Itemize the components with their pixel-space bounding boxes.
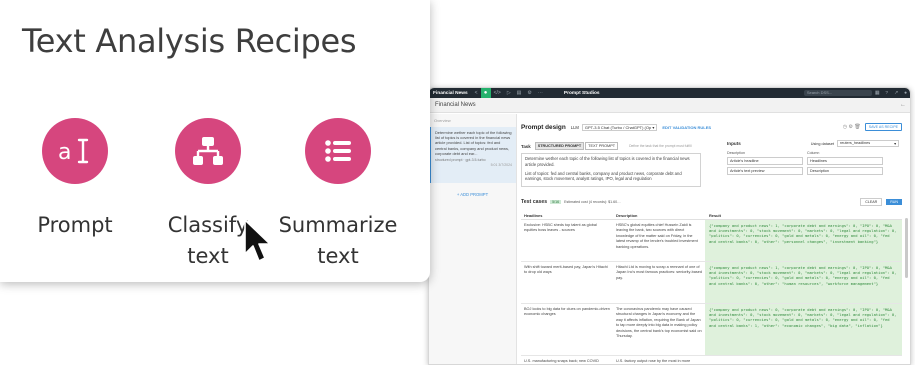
more-icon[interactable]: ⋯ <box>538 90 543 96</box>
table-row[interactable]: U.S. manufacturing snaps back; new COVID… <box>521 356 902 364</box>
vertical-scrollbar[interactable] <box>905 218 908 278</box>
task-paragraph-1: Determine wether each topic of the follo… <box>525 156 690 167</box>
llm-label: LLM <box>570 124 579 130</box>
recipe-prompt-label: Prompt <box>37 213 113 237</box>
table-header: Headlines Description Result <box>521 212 902 220</box>
mouse-pointer-icon <box>244 219 271 262</box>
dataset-select[interactable]: reuters_headlines ▾ <box>837 140 899 147</box>
test-cases-table: Headlines Description Result Exclusive: … <box>521 212 902 364</box>
sidebar-caption: Overview <box>434 118 451 123</box>
recipe-summarize-label: Summarize text <box>278 213 398 268</box>
task-label: Task <box>521 143 531 149</box>
flow-icon[interactable]: ● <box>480 88 491 98</box>
avatar[interactable]: ● <box>904 91 907 96</box>
clear-button[interactable]: CLEAR <box>860 198 883 206</box>
help-icon[interactable]: ? <box>885 91 888 96</box>
prompt-studio-window: Financial News < ● </> ▷ ▤ ⚙ ⋯ Prompt St… <box>428 87 911 365</box>
prompt-design-title: Prompt design <box>521 123 566 131</box>
toolbar-icons[interactable]: ◷ ⚙ 🗑 <box>843 124 861 130</box>
code-icon[interactable]: </> <box>494 90 501 96</box>
result-cell: {"company and product news": 0, "corpora… <box>705 304 902 355</box>
task-hint: Define the task that the prompt must ful… <box>629 144 692 148</box>
save-as-recipe-button[interactable]: SAVE AS RECIPE <box>864 123 902 131</box>
result-cell: {"company and product news": 1, "corpora… <box>705 220 902 261</box>
share-icon[interactable]: < <box>475 90 478 96</box>
description-cell: HSBC's global equities chief Hussein Zai… <box>616 223 698 249</box>
hierarchy-icon[interactable] <box>175 118 241 184</box>
prompt-design-header: Prompt design LLM GPT-3.5 Chat (Turbo / … <box>521 122 902 132</box>
headline-cell: BOJ looks to big data for clues on pande… <box>524 307 610 317</box>
table-row[interactable]: With shift toward merit-based pay, Japan… <box>521 262 902 304</box>
list-icon[interactable] <box>305 118 371 184</box>
test-cases-header: Test cases 5/16 Estimated cost (4 record… <box>521 198 902 206</box>
using-dataset-label: Using dataset <box>810 141 834 146</box>
gear-icon[interactable]: ⚙ <box>527 90 531 96</box>
tab-text-prompt[interactable]: TEXT PROMPT <box>585 142 619 150</box>
search-input[interactable]: Search DSS... <box>803 90 872 96</box>
result-cell <box>705 356 902 364</box>
input-column-select[interactable]: Headlines <box>807 157 883 165</box>
project-name[interactable]: Financial News <box>429 91 472 96</box>
inputs-title: Inputs <box>727 141 741 146</box>
llm-model-select[interactable]: GPT-3.5 Chat (Turbo / ChatGPT) (Op ▾ <box>581 123 658 131</box>
recipe-summarize-text[interactable]: Summarize text <box>268 103 408 272</box>
text-cursor-icon[interactable]: a <box>42 118 108 184</box>
prompt-item-date: 5:01 3/7/2024 <box>490 163 512 168</box>
tab-structured-prompt[interactable]: STRUCTURED PROMPT <box>534 142 585 150</box>
description-cell: The coronavirus pandemic may have caused… <box>616 307 702 339</box>
input-description-field[interactable]: Article's headline <box>727 157 803 165</box>
headline-cell: U.S. manufacturing snaps back; new COVID <box>524 359 599 363</box>
input-description-field[interactable]: Article's text preview <box>727 167 803 175</box>
result-cell: {"company and product news": 1, "corpora… <box>705 262 902 303</box>
chevron-down-icon: ▾ <box>894 142 896 146</box>
apps-grid-icon[interactable]: ▦ <box>875 91 880 96</box>
top-navigation-bar: Financial News < ● </> ▷ ▤ ⚙ ⋯ Prompt St… <box>429 88 910 98</box>
inputs-column-header: Column <box>807 151 820 155</box>
svg-text:a: a <box>58 140 71 165</box>
input-column-select[interactable]: Description <box>807 167 883 175</box>
headline-cell: Exclusive: HSBC sheds top talent as glob… <box>524 223 597 233</box>
description-cell: Hitachi Ltd is moving to scrap a remnant… <box>616 265 702 280</box>
test-cases-title: Test cases <box>521 199 548 205</box>
prompt-item-text: Determine wether each topic of the follo… <box>435 130 512 156</box>
recipe-prompt[interactable]: a Prompt <box>5 103 145 241</box>
estimated-cost: Estimated cost (4 records): $1.60… <box>564 200 621 204</box>
add-prompt-button[interactable]: + ADD PROMPT <box>429 192 516 197</box>
task-textarea[interactable]: Determine wether each topic of the follo… <box>521 153 701 187</box>
trend-icon[interactable]: ↗ <box>894 91 898 96</box>
breadcrumb[interactable]: Prompt Studios <box>564 91 600 96</box>
text-analysis-recipes-card: Text Analysis Recipes a Prompt Classify … <box>0 0 430 282</box>
test-cases-count-badge: 5/16 <box>550 200 562 204</box>
task-row: Task STRUCTURED PROMPT TEXT PROMPT Defin… <box>521 142 691 150</box>
play-icon[interactable]: ▷ <box>507 90 511 96</box>
task-paragraph-2: List of topics: fed and central banks, c… <box>525 170 682 182</box>
studio-subbar: Financial News ← <box>429 98 910 113</box>
studio-title: Financial News <box>435 102 476 108</box>
table-row[interactable]: BOJ looks to big data for clues on pande… <box>521 304 902 356</box>
recipes-title: Text Analysis Recipes <box>22 22 357 60</box>
run-button[interactable]: RUN <box>886 199 902 205</box>
inputs-section: Inputs Using dataset reuters_headlines ▾… <box>727 140 899 175</box>
inputs-description-header: Description <box>727 151 745 155</box>
headline-cell: With shift toward merit-based pay, Japan… <box>524 265 608 275</box>
table-row[interactable]: Exclusive: HSBC sheds top talent as glob… <box>521 220 902 262</box>
prompt-design-panel: Prompt design LLM GPT-3.5 Chat (Turbo / … <box>521 116 902 364</box>
prompt-list-item[interactable]: Determine wether each topic of the follo… <box>429 127 516 183</box>
book-icon[interactable]: ▤ <box>517 90 522 96</box>
edit-validation-rules-link[interactable]: EDIT VALIDATION RULES <box>662 125 711 130</box>
prompt-list-sidebar: Overview Determine wether each topic of … <box>429 114 517 364</box>
description-cell: U.S. factory output rose by the most in … <box>616 359 691 363</box>
back-arrow-icon[interactable]: ← <box>900 98 906 113</box>
